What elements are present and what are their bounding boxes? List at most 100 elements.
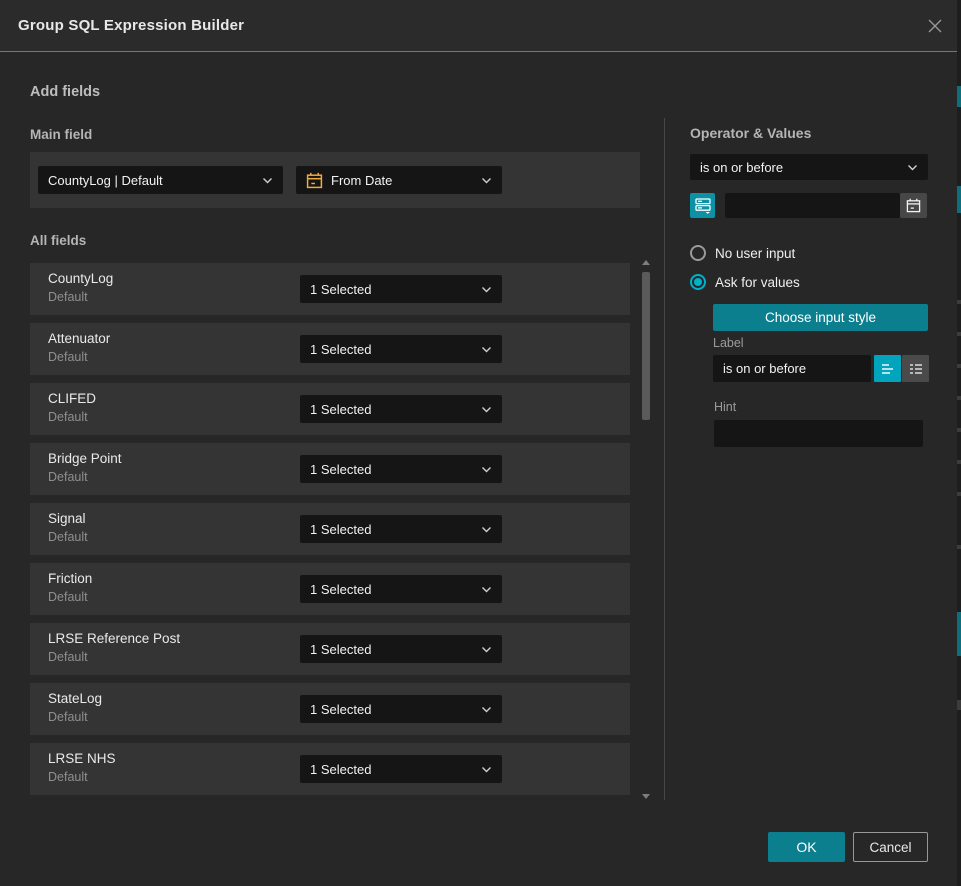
field-row: Friction Default 1 Selected	[30, 563, 630, 615]
chevron-down-icon	[481, 346, 492, 353]
chevron-down-icon	[481, 646, 492, 653]
field-values-dropdown[interactable]: 1 Selected	[300, 455, 502, 483]
field-type: Default	[48, 470, 122, 484]
operator-values-heading: Operator & Values	[690, 125, 811, 141]
main-field-row: CountyLog | Default From Date	[30, 152, 640, 208]
chevron-down-icon	[262, 177, 273, 184]
field-row: StateLog Default 1 Selected	[30, 683, 630, 735]
fields-list-scrollbar[interactable]	[641, 258, 651, 800]
chevron-down-icon	[481, 706, 492, 713]
label-caption: Label	[713, 336, 744, 350]
all-fields-list: CountyLog Default 1 Selected Attenuator …	[30, 263, 630, 803]
background-app-edge	[957, 0, 961, 886]
field-type: Default	[48, 770, 116, 784]
layer-dropdown-value: CountyLog | Default	[48, 173, 163, 188]
column-divider	[664, 118, 665, 800]
close-icon	[926, 17, 944, 35]
chevron-down-icon	[907, 164, 918, 171]
field-row: Bridge Point Default 1 Selected	[30, 443, 630, 495]
list-input-style-button[interactable]	[902, 355, 929, 382]
close-button[interactable]	[923, 14, 947, 38]
hint-caption: Hint	[714, 400, 736, 414]
operator-dropdown[interactable]: is on or before	[690, 154, 928, 180]
value-source-icon	[695, 198, 711, 214]
radio-ask-for-values-label: Ask for values	[715, 275, 800, 290]
scroll-up-arrow-icon[interactable]	[642, 258, 650, 266]
chevron-down-icon	[481, 177, 492, 184]
field-values-dropdown-label: 1 Selected	[310, 462, 371, 477]
field-row: Signal Default 1 Selected	[30, 503, 630, 555]
value-source-button[interactable]	[690, 193, 715, 218]
value-input[interactable]	[725, 193, 900, 218]
chevron-down-icon	[481, 466, 492, 473]
calendar-icon	[906, 198, 921, 213]
dialog-header: Group SQL Expression Builder	[0, 0, 961, 52]
field-values-dropdown[interactable]: 1 Selected	[300, 515, 502, 543]
field-values-dropdown[interactable]: 1 Selected	[300, 275, 502, 303]
field-values-dropdown-label: 1 Selected	[310, 522, 371, 537]
label-input[interactable]	[713, 355, 871, 382]
field-row: CLIFED Default 1 Selected	[30, 383, 630, 435]
field-values-dropdown-label: 1 Selected	[310, 402, 371, 417]
field-name: Friction	[48, 571, 92, 586]
field-values-dropdown[interactable]: 1 Selected	[300, 695, 502, 723]
radio-no-user-input-label: No user input	[715, 246, 795, 261]
single-line-input-style-button[interactable]	[874, 355, 901, 382]
radio-no-user-input[interactable]: No user input	[690, 245, 795, 261]
chevron-down-icon	[481, 526, 492, 533]
main-field-heading: Main field	[30, 127, 92, 142]
field-name: LRSE Reference Post	[48, 631, 180, 646]
field-type: Default	[48, 530, 88, 544]
field-values-dropdown[interactable]: 1 Selected	[300, 635, 502, 663]
chevron-down-icon	[481, 586, 492, 593]
field-type: Default	[48, 650, 180, 664]
field-values-dropdown-label: 1 Selected	[310, 762, 371, 777]
dialog-title: Group SQL Expression Builder	[18, 0, 244, 52]
radio-icon[interactable]	[690, 245, 706, 261]
field-values-dropdown-label: 1 Selected	[310, 342, 371, 357]
chevron-down-icon	[481, 286, 492, 293]
field-type: Default	[48, 410, 96, 424]
field-name: Signal	[48, 511, 88, 526]
chevron-down-icon	[481, 766, 492, 773]
choose-input-style-button[interactable]: Choose input style	[713, 304, 928, 331]
main-field-dropdown[interactable]: From Date	[296, 166, 502, 194]
group-sql-expression-builder-dialog: Group SQL Expression Builder Add fields …	[0, 0, 961, 886]
field-values-dropdown-label: 1 Selected	[310, 642, 371, 657]
calendar-icon	[306, 172, 323, 189]
field-row: LRSE Reference Post Default 1 Selected	[30, 623, 630, 675]
field-values-dropdown-label: 1 Selected	[310, 282, 371, 297]
field-values-dropdown-label: 1 Selected	[310, 582, 371, 597]
field-type: Default	[48, 350, 110, 364]
list-input-icon	[908, 361, 924, 377]
date-picker-button[interactable]	[900, 193, 927, 218]
field-row: CountyLog Default 1 Selected	[30, 263, 630, 315]
field-type: Default	[48, 290, 113, 304]
field-name: CLIFED	[48, 391, 96, 406]
scrollbar-thumb[interactable]	[642, 272, 650, 420]
field-name: LRSE NHS	[48, 751, 116, 766]
field-name: Bridge Point	[48, 451, 122, 466]
hint-input[interactable]	[714, 420, 923, 447]
field-name: Attenuator	[48, 331, 110, 346]
field-values-dropdown[interactable]: 1 Selected	[300, 575, 502, 603]
field-row: Attenuator Default 1 Selected	[30, 323, 630, 375]
field-values-dropdown[interactable]: 1 Selected	[300, 335, 502, 363]
field-name: CountyLog	[48, 271, 113, 286]
add-fields-heading: Add fields	[30, 84, 100, 100]
radio-selected-icon[interactable]	[690, 274, 706, 290]
chevron-down-icon	[481, 406, 492, 413]
layer-dropdown[interactable]: CountyLog | Default	[38, 166, 283, 194]
operator-dropdown-value: is on or before	[700, 160, 783, 175]
field-values-dropdown[interactable]: 1 Selected	[300, 755, 502, 783]
ok-button[interactable]: OK	[768, 832, 845, 862]
cancel-button[interactable]: Cancel	[853, 832, 928, 862]
field-values-dropdown[interactable]: 1 Selected	[300, 395, 502, 423]
main-field-dropdown-value: From Date	[331, 173, 392, 188]
field-values-dropdown-label: 1 Selected	[310, 702, 371, 717]
single-line-input-icon	[880, 361, 896, 377]
field-type: Default	[48, 710, 102, 724]
all-fields-heading: All fields	[30, 233, 86, 248]
scroll-down-arrow-icon[interactable]	[642, 792, 650, 800]
radio-ask-for-values[interactable]: Ask for values	[690, 274, 800, 290]
